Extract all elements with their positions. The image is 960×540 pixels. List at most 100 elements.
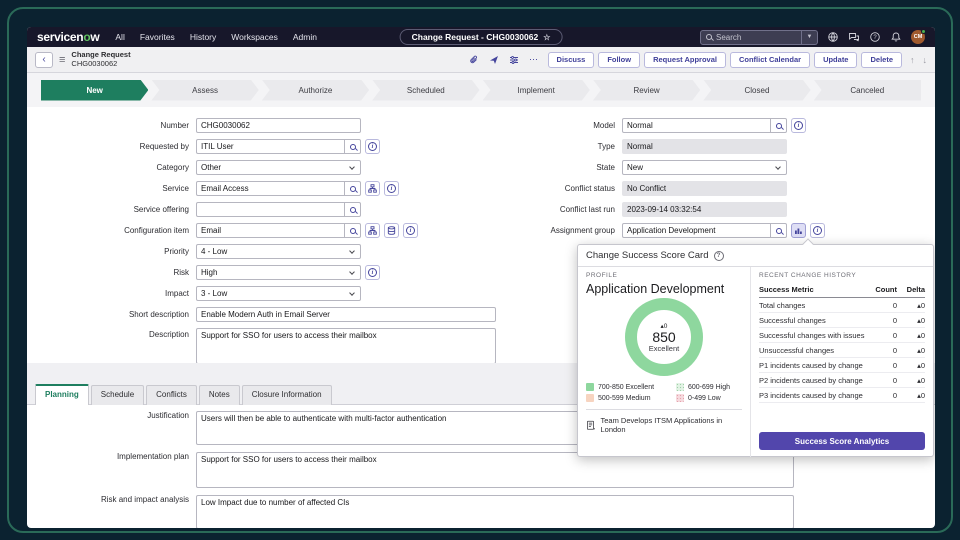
nav-item-admin[interactable]: Admin [293,32,317,42]
search-input[interactable]: Search [700,30,802,45]
risk-impact-analysis-textarea[interactable]: Low Impact due to number of affected CIs [196,495,794,528]
impact-select[interactable]: 3 - Low [196,286,361,301]
personalize-sliders-icon[interactable] [508,54,520,66]
lookup-button[interactable] [770,224,786,237]
discuss-button[interactable]: Discuss [548,52,595,68]
number-input[interactable]: CHG0030062 [196,118,361,133]
process-flow: New Assess Authorize Scheduled Implement… [27,73,935,107]
stage-scheduled[interactable]: Scheduled [372,80,479,101]
requested-by-info-button[interactable] [365,139,380,154]
svg-text:?: ? [873,35,877,41]
tab-closure-information[interactable]: Closure Information [242,385,332,405]
short-description-input[interactable]: Enable Modern Auth in Email Server [196,307,496,322]
tab-planning[interactable]: Planning [35,384,89,405]
help-icon[interactable]: ? [869,31,881,43]
lookup-button[interactable] [344,140,360,153]
search-scope-dropdown[interactable]: ▼ [802,30,818,45]
success-score-analytics-button[interactable]: Success Score Analytics [759,432,925,450]
user-avatar[interactable]: CM [911,30,925,44]
next-record-icon[interactable]: ↓ [923,55,928,65]
field-state: State New [467,157,825,178]
back-button[interactable]: ‹ [35,52,53,68]
risk-info-button[interactable] [365,265,380,280]
field-label: Description [36,328,196,339]
record-title-pill[interactable]: Change Request - CHG0030062 ☆ [400,29,563,45]
follow-button[interactable]: Follow [598,52,640,68]
stage-new[interactable]: New [41,80,148,101]
ci-cmdb-button[interactable] [384,223,399,238]
requested-by-input[interactable]: ITIL User [196,139,361,154]
legend-medium: 500-599 Medium [586,394,666,402]
profile-label: PROFILE [586,272,742,279]
ci-info-button[interactable] [403,223,418,238]
previous-record-icon[interactable]: ↑ [910,55,915,65]
stage-review[interactable]: Review [593,80,700,101]
lookup-button[interactable] [770,119,786,132]
tab-schedule[interactable]: Schedule [91,385,144,405]
lookup-button[interactable] [344,182,360,195]
field-label: Priority [36,247,196,256]
more-options-icon[interactable]: ⋯ [528,54,540,66]
ci-dependency-button[interactable] [365,223,380,238]
state-select[interactable]: New [622,160,787,175]
stage-implement[interactable]: Implement [483,80,590,101]
lookup-button[interactable] [344,224,360,237]
delete-button[interactable]: Delete [861,52,902,68]
field-label: Risk and impact analysis [36,495,196,504]
table-row: Unsuccessful changes0▴0 [759,343,925,358]
service-input[interactable]: Email Access [196,181,361,196]
stage-canceled[interactable]: Canceled [814,80,921,101]
request-approval-button[interactable]: Request Approval [644,52,726,68]
type-readonly: Normal [622,139,787,154]
nav-item-history[interactable]: History [190,32,216,42]
model-info-button[interactable] [791,118,806,133]
service-info-button[interactable] [384,181,399,196]
priority-select[interactable]: 4 - Low [196,244,361,259]
popup-header: Change Success Score Card [578,245,933,267]
change-success-score-card: Change Success Score Card PROFILE Applic… [577,244,934,457]
favorite-star-icon[interactable]: ☆ [543,33,550,42]
nav-item-workspaces[interactable]: Workspaces [231,32,278,42]
servicenow-logo[interactable]: servicenow [37,30,99,44]
risk-select[interactable]: High [196,265,361,280]
lookup-button[interactable] [344,203,360,216]
global-search: Search ▼ [700,30,818,45]
update-button[interactable]: Update [814,52,857,68]
history-table: Success Metric Count Delta Total changes… [759,283,925,403]
service-dependency-button[interactable] [365,181,380,196]
legend-excellent: 700-850 Excellent [586,383,666,391]
success-score-button[interactable] [791,223,806,238]
assignment-group-info-button[interactable] [810,223,825,238]
nav-item-all[interactable]: All [115,32,124,42]
chat-icon[interactable] [848,31,860,43]
form-context-menu-icon[interactable]: ≡ [59,54,65,66]
globe-icon[interactable] [827,31,839,43]
model-input[interactable]: Normal [622,118,787,133]
send-icon[interactable] [488,54,500,66]
service-offering-input[interactable] [196,202,361,217]
stage-closed[interactable]: Closed [703,80,810,101]
table-row: P1 incidents caused by change0▴0 [759,358,925,373]
top-nav: servicenow All Favorites History Workspa… [27,27,935,47]
implementation-plan-textarea[interactable]: Support for SSO for users to access thei… [196,452,794,488]
tab-notes[interactable]: Notes [199,385,240,405]
help-icon[interactable] [714,251,724,261]
info-icon [368,142,377,151]
nav-menu: All Favorites History Workspaces Admin [115,32,317,42]
conflict-calendar-button[interactable]: Conflict Calendar [730,52,810,68]
conflict-last-run-readonly: 2023-09-14 03:32:54 [622,202,787,217]
stage-assess[interactable]: Assess [151,80,258,101]
notifications-bell-icon[interactable] [890,31,902,43]
attachment-icon[interactable] [468,54,480,66]
assignment-group-input[interactable]: Application Development [622,223,787,238]
history-panel: RECENT CHANGE HISTORY Success Metric Cou… [750,267,933,457]
stage-authorize[interactable]: Authorize [262,80,369,101]
tab-conflicts[interactable]: Conflicts [146,385,197,405]
field-label: Service offering [36,205,196,214]
nav-item-favorites[interactable]: Favorites [140,32,175,42]
search-icon [706,34,712,40]
category-select[interactable]: Other [196,160,361,175]
field-category: Category Other [36,157,496,178]
configuration-item-input[interactable]: Email [196,223,361,238]
description-textarea[interactable]: Support for SSO for users to access thei… [196,328,496,364]
